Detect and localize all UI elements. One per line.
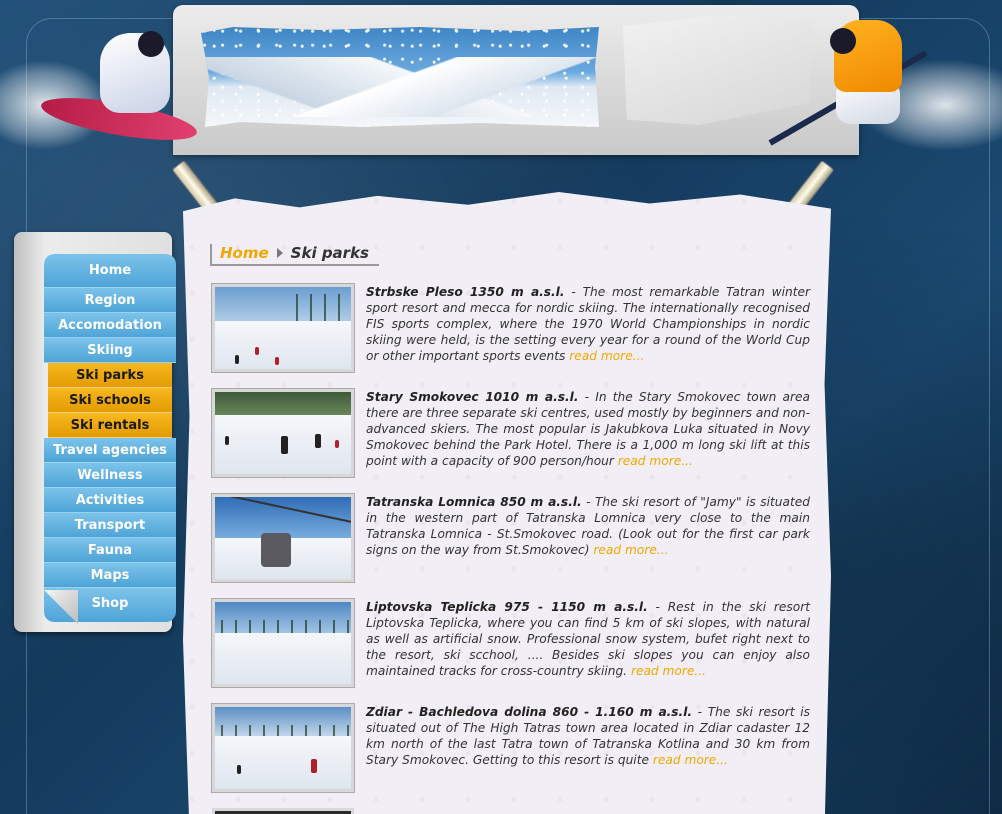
gondola-image: [261, 533, 291, 567]
side-navigation-menu: Home Region Accomodation Skiing Ski park…: [44, 254, 176, 622]
skier-image: [768, 0, 1002, 190]
ski-park-thumbnail[interactable]: [212, 704, 354, 792]
nav-item-travel-agencies[interactable]: Travel agencies: [44, 438, 176, 463]
article-title: Strbske Pleso 1350 m a.s.l.: [366, 285, 565, 299]
ski-park-article: Tatranska Lomnica 850 m a.s.l. - The ski…: [212, 494, 812, 594]
nav-item-ski-parks[interactable]: Ski parks: [48, 363, 172, 388]
read-more-link[interactable]: read more...: [569, 349, 644, 363]
article-title: Zdiar - Bachledova dolina 860 - 1.160 m …: [366, 705, 692, 719]
article-text: Stary Smokovec 1010 m a.s.l. - In the St…: [366, 389, 810, 469]
nav-item-wellness[interactable]: Wellness: [44, 463, 176, 488]
nav-item-accomodation[interactable]: Accomodation: [44, 313, 176, 338]
ski-park-thumbnail[interactable]: [212, 284, 354, 372]
read-more-link[interactable]: read more...: [593, 543, 668, 557]
ski-park-thumbnail[interactable]: [212, 389, 354, 477]
nav-item-ski-schools[interactable]: Ski schools: [48, 388, 172, 413]
ski-park-article: Strbske Pleso 1350 m a.s.l. - The most r…: [212, 284, 812, 384]
mountain-banner-image: [201, 27, 599, 127]
article-text: Liptovska Teplicka 975 - 1150 m a.s.l. -…: [366, 599, 810, 679]
article-separator: -: [581, 495, 595, 509]
snowboarder-image: [38, 5, 200, 155]
nav-item-skiing[interactable]: Skiing: [44, 338, 176, 363]
article-text: Zdiar - Bachledova dolina 860 - 1.160 m …: [366, 704, 810, 768]
ski-park-article: Zdiar - Bachledova dolina 860 - 1.160 m …: [212, 704, 812, 804]
side-navigation-panel: Home Region Accomodation Skiing Ski park…: [14, 232, 176, 632]
breadcrumb-home-link[interactable]: Home: [220, 244, 269, 262]
read-more-link[interactable]: read more...: [631, 664, 706, 678]
nav-item-transport[interactable]: Transport: [44, 513, 176, 538]
read-more-link[interactable]: read more...: [618, 454, 693, 468]
breadcrumb: Home Ski parks: [210, 244, 379, 266]
ski-park-article: Stary Smokovec 1010 m a.s.l. - In the St…: [212, 389, 812, 489]
site-header-banner: [173, 5, 859, 155]
nav-item-fauna[interactable]: Fauna: [44, 538, 176, 563]
article-separator: -: [692, 705, 708, 719]
nav-item-ski-rentals[interactable]: Ski rentals: [48, 413, 172, 438]
article-text: Tatranska Lomnica 850 m a.s.l. - The ski…: [366, 494, 810, 558]
ski-park-thumbnail[interactable]: [212, 494, 354, 582]
nav-item-activities[interactable]: Activities: [44, 488, 176, 513]
nav-item-home[interactable]: Home: [44, 254, 176, 288]
article-text: Strbske Pleso 1350 m a.s.l. - The most r…: [366, 284, 810, 364]
article-separator: -: [564, 285, 583, 299]
nav-item-region[interactable]: Region: [44, 288, 176, 313]
read-more-link[interactable]: read more...: [653, 753, 728, 767]
ski-park-thumbnail[interactable]: [212, 599, 354, 687]
breadcrumb-current: Ski parks: [290, 244, 369, 262]
article-separator: -: [578, 390, 596, 404]
ski-park-thumbnail[interactable]: [212, 808, 354, 814]
article-separator: -: [647, 600, 668, 614]
nav-item-maps[interactable]: Maps: [44, 563, 176, 588]
article-title: Tatranska Lomnica 850 m a.s.l.: [366, 495, 582, 509]
article-title: Stary Smokovec 1010 m a.s.l.: [366, 390, 579, 404]
ski-park-article: Liptovska Teplicka 975 - 1150 m a.s.l. -…: [212, 599, 812, 699]
breadcrumb-arrow-icon: [276, 248, 283, 258]
article-title: Liptovska Teplicka 975 - 1150 m a.s.l.: [366, 600, 648, 614]
